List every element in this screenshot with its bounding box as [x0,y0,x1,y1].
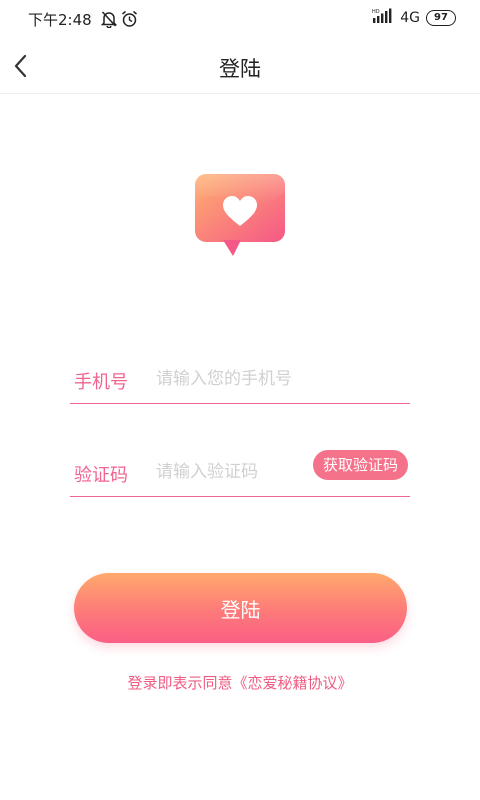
agreement-text: 登录即表示同意《恋爱秘籍协议》 [0,672,480,693]
phone-field: 手机号 [70,356,410,404]
app-logo [193,172,289,264]
heart-chat-bubble-icon [195,174,285,256]
phone-input[interactable] [156,364,406,394]
page-title: 登陆 [219,57,261,81]
agreement-prefix: 登录即表示同意 [127,674,233,692]
signal-icon: HD [372,8,394,28]
signal-hd-label: HD [372,9,380,15]
status-time: 下午2:48 [28,11,92,29]
status-right-group: HD 4G 97 [372,8,456,28]
battery-icon: 97 [426,10,456,26]
nav-bar: 登陆 [0,38,480,94]
get-code-button[interactable]: 获取验证码 [312,450,408,480]
network-type: 4G [400,10,420,26]
verification-code-input[interactable] [156,457,301,487]
verification-code-label: 验证码 [74,465,128,486]
alarm-icon [121,10,138,32]
agreement-link[interactable]: 《恋爱秘籍协议》 [233,674,353,692]
verification-code-field: 验证码 获取验证码 [70,449,410,497]
bell-off-icon [100,10,118,32]
status-bar: 下午2:48 HD 4G 97 [0,0,480,38]
phone-label: 手机号 [74,372,128,393]
login-button[interactable]: 登陆 [74,573,407,643]
